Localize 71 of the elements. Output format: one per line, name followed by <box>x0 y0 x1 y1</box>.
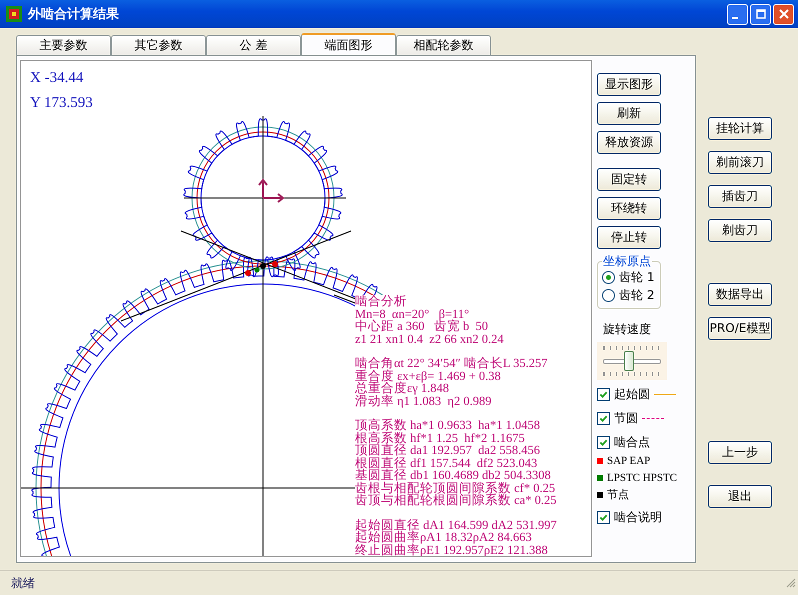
close-button[interactable] <box>773 4 794 24</box>
tab[interactable]: 端面图形 <box>301 33 396 55</box>
window-title: 外啮合计算结果 <box>28 6 120 23</box>
analysis-line: 中心距 a 360 齿宽 b 50 <box>355 320 490 332</box>
action-button[interactable]: 插齿刀 <box>708 185 772 208</box>
analysis-line: 起始圆直径 dA1 164.599 dA2 531.997 <box>355 518 558 531</box>
checkbox[interactable] <box>597 412 610 424</box>
leader-line <box>334 294 356 304</box>
maximize-button[interactable] <box>750 4 771 24</box>
analysis-line: 重合度 εx+εβ= 1.469 + 0.38 <box>355 370 502 382</box>
action-button[interactable]: 环绕转 <box>597 197 661 220</box>
tab[interactable]: 其它参数 <box>111 35 206 55</box>
coordinate-text: Y 173.593 <box>30 95 93 113</box>
action-button[interactable]: PRO/E模型 <box>708 317 772 340</box>
action-button[interactable]: 上一步 <box>708 441 772 464</box>
checkbox-label: 啮合说明 <box>614 508 662 526</box>
analysis-line: 根圆直径 df1 157.544 df2 523.043 <box>355 456 538 469</box>
action-button[interactable]: 挂轮计算 <box>708 117 772 140</box>
action-button[interactable]: 退出 <box>708 485 772 508</box>
analysis-line: 总重合度εγ 1.848 <box>355 382 450 394</box>
checkbox[interactable] <box>597 510 610 524</box>
slider-thumb[interactable] <box>624 350 634 370</box>
minimize-button[interactable] <box>727 4 748 24</box>
analysis-line: 滑动率 η1 1.083 η2 0.989 <box>355 394 492 407</box>
analysis-line: 齿顶与相配轮根圆间隙系数 ca* 0.25 <box>355 494 558 506</box>
tab[interactable]: 相配轮参数 <box>396 35 491 55</box>
analysis-line: 终止圆曲率ρE1 192.957ρE2 121.388 <box>355 544 549 556</box>
legend-label: LPSTC HPSTC <box>607 472 677 484</box>
legend-label: 节点 <box>607 488 629 502</box>
analysis-line: Mn=8 αn=20° β=11° <box>355 308 470 320</box>
action-button[interactable]: 固定转 <box>597 168 661 191</box>
coordinate-text: X -34.44 <box>30 70 84 88</box>
action-button[interactable]: 释放资源 <box>597 131 661 154</box>
action-button[interactable]: 数据导出 <box>708 283 772 306</box>
action-button[interactable]: 剃前滚刀 <box>708 151 772 174</box>
checkbox-label: 起始圆 <box>614 386 650 402</box>
action-button[interactable]: 显示图形 <box>597 73 661 96</box>
radio-label: 齿轮 2 <box>619 286 654 304</box>
checkbox-label: 啮合点 <box>614 434 650 450</box>
speed-label: 旋转速度 <box>603 321 651 338</box>
speed-slider[interactable] <box>597 342 667 380</box>
analysis-line: 啮合角αt 22° 34′54″ 啮合长L 35.257 <box>355 357 549 370</box>
analysis-line: 顶圆直径 da1 192.957 da2 558.456 <box>355 444 541 456</box>
radio-button[interactable] <box>602 288 615 302</box>
analysis-line: 顶高系数 ha*1 0.9633 ha*1 1.0458 <box>355 419 541 432</box>
legend-label: SAP EAP <box>607 454 650 466</box>
radio-label: 齿轮 1 <box>619 268 654 286</box>
action-button[interactable]: 剃齿刀 <box>708 219 772 242</box>
action-button[interactable]: 刷新 <box>597 102 661 125</box>
checkbox[interactable] <box>597 388 610 400</box>
resize-grip-icon <box>786 578 796 588</box>
radio-button[interactable] <box>602 270 615 284</box>
tab[interactable]: 主要参数 <box>16 35 111 55</box>
checkbox[interactable] <box>597 436 610 448</box>
maximize-icon <box>756 9 766 19</box>
analysis-title: 啮合分析 <box>355 295 408 308</box>
analysis-line: 齿根与相配轮顶圆间隙系数 cf* 0.25 <box>355 482 556 494</box>
analysis-line: 基圆直径 db1 160.4689 db2 504.3308 <box>355 469 552 482</box>
action-button[interactable]: 停止转 <box>597 226 661 249</box>
groupbox-title: 坐标原点 <box>602 253 652 270</box>
mesh-points-drawing <box>245 261 278 276</box>
app-icon <box>6 6 22 22</box>
checkbox-label: 节圆 <box>614 410 638 426</box>
analysis-line: z1 21 xn1 0.4 z2 66 xn2 0.24 <box>355 332 505 345</box>
origin-arrow-icon <box>258 178 285 203</box>
minimize-icon <box>732 17 738 19</box>
close-icon <box>778 9 788 19</box>
tab[interactable]: 公 差 <box>206 35 301 55</box>
analysis-line: 根高系数 hf*1 1.25 hf*2 1.1675 <box>355 432 526 444</box>
status-text: 就绪 <box>11 574 35 592</box>
analysis-line: 起始圆曲率ρA1 18.32ρA2 84.663 <box>355 531 533 544</box>
